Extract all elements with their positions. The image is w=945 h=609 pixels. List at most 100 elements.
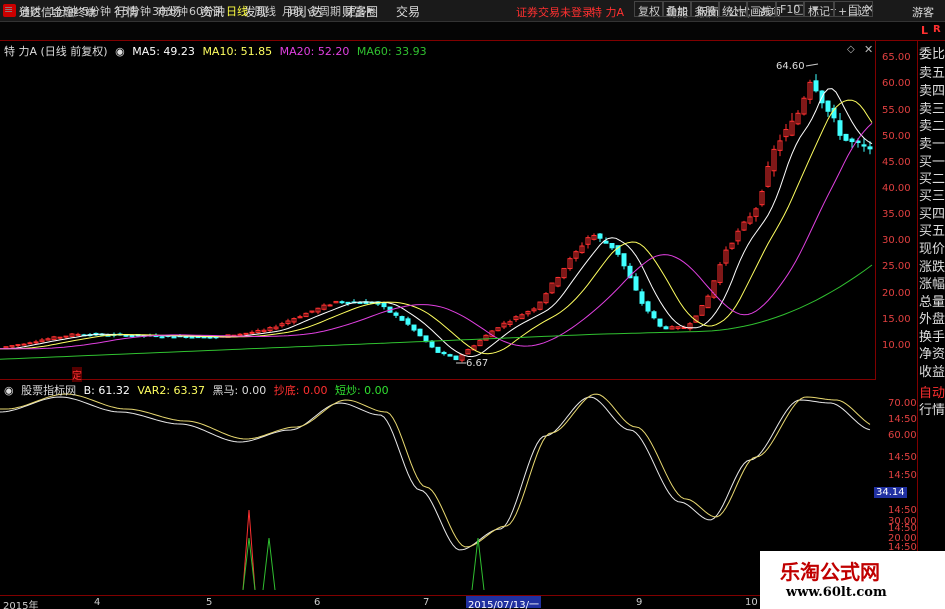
candle-down bbox=[639, 291, 645, 304]
indicator-settings-icon[interactable]: ◉ bbox=[4, 384, 14, 397]
candle-up bbox=[237, 333, 243, 336]
ma-legend: 特 力A (日线 前复权) ◉ MA5: 49.23 MA10: 51.85 M… bbox=[4, 43, 431, 59]
candle-down bbox=[171, 336, 177, 339]
price-tick: 45.00 bbox=[882, 157, 911, 168]
price-tick: 10.00 bbox=[882, 340, 911, 351]
indicator-tick: 14:50 bbox=[888, 414, 917, 425]
tool-f10[interactable]: F10 bbox=[776, 1, 805, 17]
quote-buy2: 买二 bbox=[919, 172, 945, 187]
quote-change-pct: 涨幅 bbox=[919, 277, 945, 292]
tool-zixuan[interactable]: +自选 bbox=[834, 1, 874, 18]
period-toolbar bbox=[0, 22, 945, 41]
candle-down bbox=[633, 276, 639, 291]
period-multi[interactable]: 多周期 bbox=[308, 3, 341, 19]
period-weekly[interactable]: 周线 bbox=[254, 3, 276, 19]
menu-jiaoyi[interactable]: 交易 bbox=[396, 3, 420, 20]
candle-down bbox=[189, 336, 195, 339]
tool-fuquan[interactable]: 复权 bbox=[634, 1, 664, 18]
candle-down bbox=[399, 316, 405, 321]
candle-down bbox=[411, 324, 417, 331]
price-tick: 50.00 bbox=[882, 131, 911, 142]
toolbar-menu-icon[interactable]: ≡ bbox=[4, 3, 13, 16]
ma60-line bbox=[0, 264, 873, 360]
indicator-legend: ◉ 股票指标网 B: 61.32 VAR2: 63.37 黑马: 0.00 抄底… bbox=[4, 382, 393, 398]
user-guest[interactable]: 游客 bbox=[912, 4, 934, 20]
legend-settings-icon[interactable]: ◉ bbox=[115, 45, 125, 58]
candle-down bbox=[381, 302, 387, 308]
candle-down bbox=[849, 138, 855, 143]
current-stock-name: 特 力A bbox=[591, 6, 625, 19]
ma20-value: MA20: 52.20 bbox=[279, 45, 350, 58]
period-60min[interactable]: 60分钟 bbox=[189, 3, 225, 19]
indicator-name[interactable]: 股票指标网 bbox=[21, 384, 76, 397]
period-daily[interactable]: 日线 bbox=[226, 3, 248, 19]
indicator-duanchao-value: 短炒: 0.00 bbox=[334, 384, 389, 397]
candle-down bbox=[657, 318, 663, 327]
panel-auto-button[interactable]: 自动 bbox=[919, 386, 945, 401]
tool-biaoji[interactable]: 标记 bbox=[804, 1, 834, 18]
time-tick: 9 bbox=[636, 597, 643, 608]
price-tick: 40.00 bbox=[882, 183, 911, 194]
indicator-chart-svg[interactable] bbox=[0, 380, 882, 595]
indicator-chart[interactable] bbox=[0, 380, 882, 595]
indicator-b-value: B: 61.32 bbox=[83, 384, 130, 397]
candle-down bbox=[645, 301, 651, 312]
quote-buy3: 买三 bbox=[919, 189, 945, 204]
tool-duogu[interactable]: 多股 bbox=[690, 1, 720, 18]
kline-chart[interactable] bbox=[0, 41, 882, 380]
high-label-leader bbox=[805, 63, 819, 67]
more-dropdown-icon[interactable]: ▸ bbox=[368, 3, 374, 16]
candle-up bbox=[21, 343, 27, 346]
chart-close-icon[interactable]: ✕ bbox=[864, 43, 873, 56]
candle-down bbox=[861, 144, 867, 147]
period-30min[interactable]: 30分钟 bbox=[152, 3, 188, 19]
candle-down bbox=[663, 326, 669, 330]
cursor-value-box: 34.14 bbox=[874, 487, 907, 498]
ma60-value: MA60: 33.93 bbox=[356, 45, 427, 58]
chart-diamond-icon[interactable]: ◇ bbox=[847, 44, 855, 55]
period-monthly[interactable]: 月线 bbox=[282, 3, 304, 19]
panel-toggle-r[interactable]: R bbox=[933, 24, 941, 35]
period-1min[interactable]: 1分钟 bbox=[49, 3, 78, 19]
period-fenshi[interactable]: 分时 bbox=[19, 3, 41, 19]
candle-down bbox=[837, 120, 843, 136]
quote-sell1: 卖一 bbox=[919, 137, 945, 152]
quote-earnings: 收益 bbox=[919, 365, 945, 380]
candle-up bbox=[33, 341, 39, 344]
candle-up bbox=[243, 332, 249, 335]
candle-down bbox=[453, 355, 459, 361]
kline-chart-svg[interactable] bbox=[0, 41, 882, 380]
indicator-tick: 14:50 bbox=[888, 470, 917, 481]
quote-change: 涨跌 bbox=[919, 260, 945, 275]
price-tick: 30.00 bbox=[882, 235, 911, 246]
quote-turnover: 换手 bbox=[919, 330, 945, 345]
tool-tongji[interactable]: 统计 bbox=[718, 1, 748, 18]
candle-up bbox=[249, 331, 255, 334]
candle-down bbox=[441, 351, 447, 355]
candle-down bbox=[813, 80, 819, 92]
price-tick: 20.00 bbox=[882, 288, 911, 299]
ma5-line bbox=[0, 88, 873, 358]
candle-down bbox=[429, 340, 435, 348]
time-tick: 2015年 bbox=[3, 601, 39, 609]
period-15min[interactable]: 15分钟 bbox=[115, 3, 151, 19]
price-tick: 25.00 bbox=[882, 261, 911, 272]
period-5min[interactable]: 5分钟 bbox=[82, 3, 111, 19]
indicator-chaodi-value: 抄底: 0.00 bbox=[273, 384, 328, 397]
panel-quote-button[interactable]: 行情 bbox=[919, 403, 945, 418]
tool-huaxian[interactable]: 画线 bbox=[746, 1, 776, 18]
quote-buy5: 买五 bbox=[919, 224, 945, 239]
candle-down bbox=[867, 146, 873, 150]
candle-down bbox=[129, 335, 135, 338]
watermark-title: 乐淘公式网 bbox=[780, 560, 880, 584]
quote-sell2: 卖二 bbox=[919, 119, 945, 134]
broker-login-status[interactable]: 证券交易未登录 bbox=[516, 4, 593, 20]
tool-diejia[interactable]: 叠加 bbox=[662, 1, 692, 18]
candle-down bbox=[621, 253, 627, 267]
panel-toggle-l[interactable]: L bbox=[921, 24, 928, 37]
candle-down bbox=[423, 335, 429, 343]
price-tick: 60.00 bbox=[882, 78, 911, 89]
ma10-line bbox=[0, 99, 873, 355]
period-more[interactable]: 更多 bbox=[345, 3, 367, 19]
candle-down bbox=[345, 301, 351, 304]
